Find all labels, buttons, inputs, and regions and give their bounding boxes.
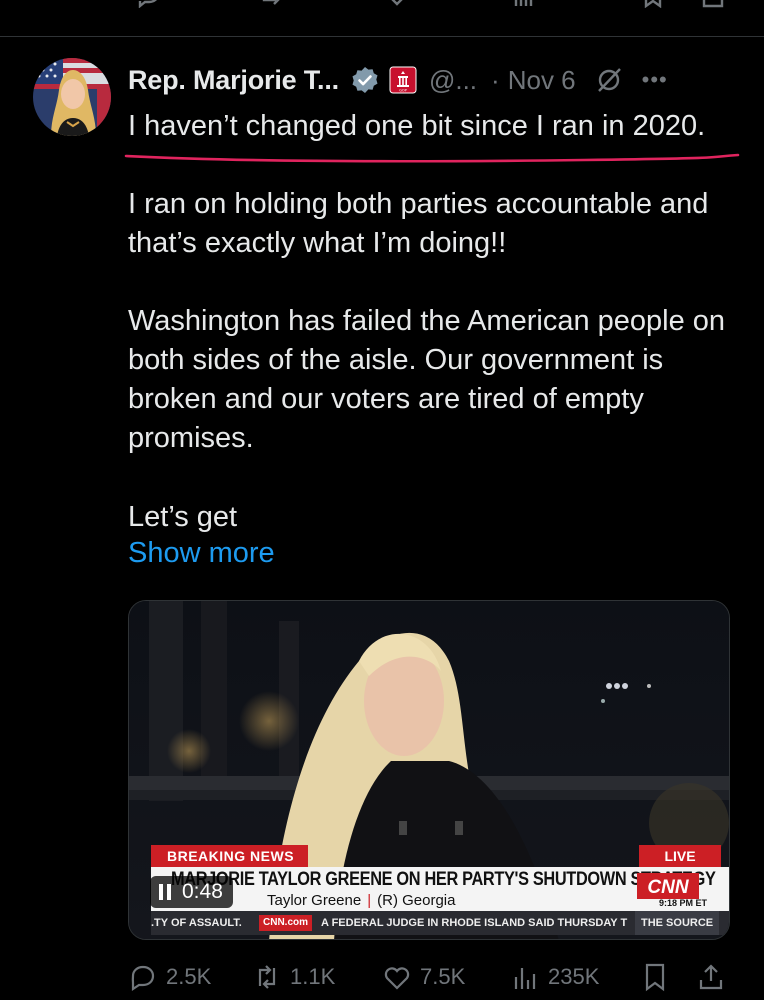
post-first-line: I haven’t changed one bit since I ran in… — [128, 110, 706, 142]
subline-party: (R) Georgia — [377, 892, 456, 909]
repost-button[interactable]: 1.1K — [252, 962, 335, 992]
bookmark-icon[interactable] — [640, 0, 666, 8]
previous-post-actions — [0, 0, 764, 10]
reply-icon — [131, 965, 155, 992]
reply-button[interactable]: 2.5K — [128, 962, 211, 992]
repost-icon — [258, 965, 276, 989]
engagement-bar: 2.5K 1.1K 7.5K 235K — [128, 962, 738, 1000]
broadcast-time: 9:18 PM ET — [658, 898, 707, 908]
post-date[interactable]: Nov 6 — [508, 65, 576, 96]
video-time-control[interactable]: 0:48 — [150, 876, 233, 908]
breaking-news-label: BREAKING NEWS — [151, 845, 309, 867]
ticker-left-text: .TY OF ASSAULT. — [151, 917, 242, 929]
verified-badge-icon — [352, 67, 378, 93]
svg-text:GOP: GOP — [399, 89, 407, 93]
heart-icon[interactable] — [384, 0, 410, 8]
views-button[interactable]: 235K — [510, 962, 599, 992]
post-divider — [0, 36, 764, 37]
show-more-link[interactable]: Show more — [128, 537, 275, 570]
like-button[interactable]: 7.5K — [382, 962, 465, 992]
headline-bar: MARJORIE TAYLOR GREENE ON HER PARTY'S SH… — [151, 867, 729, 911]
news-headline: MARJORIE TAYLOR GREENE ON HER PARTY'S SH… — [171, 869, 716, 890]
live-label: LIVE — [639, 845, 721, 867]
bookmark-icon — [645, 963, 665, 992]
video-elapsed-time: 0:48 — [182, 880, 223, 903]
avatar[interactable] — [33, 58, 111, 136]
reply-count: 2.5K — [166, 964, 212, 989]
views-chart-icon[interactable] — [510, 0, 536, 8]
post-header: Rep. Marjorie T... GOP @... · Nov 6 ••• — [128, 60, 748, 100]
pause-icon[interactable] — [158, 883, 172, 901]
view-count: 235K — [548, 964, 600, 989]
repost-count: 1.1K — [290, 964, 336, 989]
grok-icon[interactable] — [594, 65, 624, 95]
post-paragraph: I ran on holding both parties accountabl… — [128, 188, 709, 259]
ticker-site: CNN.com — [259, 915, 313, 931]
svg-text:CNN: CNN — [647, 877, 689, 898]
ticker-source: THE SOURCE — [635, 911, 720, 935]
heart-icon — [384, 967, 410, 990]
reply-icon[interactable] — [136, 0, 162, 8]
ticker-text: A FEDERAL JUDGE IN RHODE ISLAND SAID THU… — [321, 917, 628, 929]
government-affiliation-icon: GOP — [389, 66, 417, 94]
repost-icon[interactable] — [258, 0, 284, 8]
author-handle[interactable]: @... — [429, 65, 477, 96]
share-icon — [699, 964, 723, 990]
news-subline: Taylor Greene | (R) Georgia — [267, 892, 455, 909]
news-ticker: .TY OF ASSAULT. CNN.com A FEDERAL JUDGE … — [151, 911, 729, 935]
like-count: 7.5K — [420, 964, 466, 989]
cnn-logo: CNN — [637, 873, 699, 899]
bookmark-button[interactable] — [640, 962, 678, 992]
share-button[interactable] — [696, 962, 734, 992]
separator-dot: · — [491, 64, 500, 95]
post-paragraph: Washington has failed the American peopl… — [128, 305, 726, 454]
views-chart-icon — [514, 968, 536, 989]
post-paragraph: Let’s get — [128, 501, 238, 533]
subline-name: Taylor Greene — [267, 892, 362, 909]
subline-pipe: | — [367, 892, 372, 909]
annotation-underline — [124, 153, 740, 163]
share-icon[interactable] — [700, 0, 726, 8]
more-options-button[interactable]: ••• — [642, 67, 668, 93]
author-name[interactable]: Rep. Marjorie T... — [128, 65, 339, 96]
